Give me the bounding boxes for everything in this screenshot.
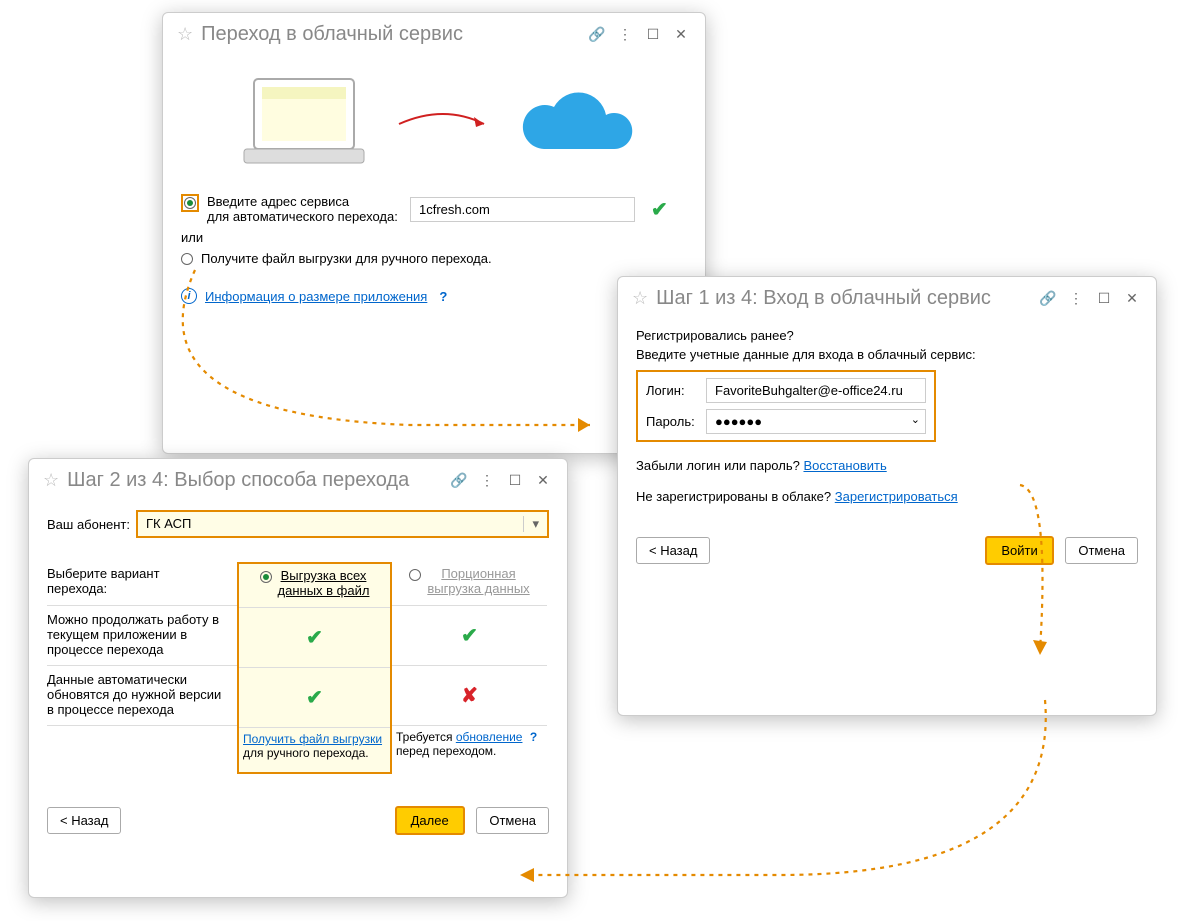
connector-2-to-3: [500, 695, 1060, 895]
enter-creds-text: Введите учетные данные для входа в облач…: [636, 347, 1138, 362]
link-icon[interactable]: 🔗: [449, 472, 469, 489]
window-title: Шаг 2 из 4: Выбор способа перехода: [67, 469, 441, 492]
row1-label: Можно продолжать работу втекущем приложе…: [47, 606, 237, 666]
not-registered-text: Не зарегистрированы в облаке?: [636, 489, 831, 504]
check-icon: ✔: [306, 685, 323, 710]
credentials-box: Логин: Пароль: ⌄: [636, 370, 936, 442]
login-input[interactable]: [706, 378, 926, 403]
update-link[interactable]: обновление: [456, 730, 523, 744]
radio-full-export[interactable]: [260, 571, 272, 583]
maximize-icon[interactable]: ☐: [1094, 290, 1114, 307]
help-icon[interactable]: ?: [439, 289, 447, 304]
option-portion-export[interactable]: Порционнаявыгрузка данных ✔ ✘ Требуется …: [392, 562, 547, 774]
window-step1-login: ☆ Шаг 1 из 4: Вход в облачный сервис 🔗 ⋮…: [617, 276, 1157, 716]
help-icon[interactable]: ?: [530, 730, 537, 744]
arrow-icon: [394, 99, 494, 149]
illustration: [181, 64, 687, 194]
radio-auto[interactable]: [184, 197, 196, 209]
star-icon[interactable]: ☆: [43, 470, 59, 491]
option-full-link[interactable]: Выгрузка всехданных в файл: [278, 568, 370, 603]
radio-manual[interactable]: [181, 253, 193, 265]
radio-auto-label: Введите адрес сервиса для автоматическог…: [207, 194, 402, 224]
radio-portion-export[interactable]: [409, 569, 421, 581]
star-icon[interactable]: ☆: [632, 288, 648, 309]
star-icon[interactable]: ☆: [177, 24, 193, 45]
or-label: или: [181, 230, 687, 245]
back-button[interactable]: < Назад: [636, 537, 710, 564]
get-export-file-link[interactable]: Получить файл выгрузки: [243, 732, 382, 746]
registered-question: Регистрировались ранее?: [636, 328, 1138, 343]
maximize-icon[interactable]: ☐: [643, 26, 663, 43]
cross-icon: ✘: [461, 683, 478, 708]
maximize-icon[interactable]: ☐: [505, 472, 525, 489]
cloud-icon: [514, 79, 634, 169]
back-button[interactable]: < Назад: [47, 807, 121, 834]
window-step2-method: ☆ Шаг 2 из 4: Выбор способа перехода 🔗 ⋮…: [28, 458, 568, 898]
cancel-button[interactable]: Отмена: [1065, 537, 1138, 564]
radio-manual-label: Получите файл выгрузки для ручного перех…: [201, 251, 492, 266]
window-title: Переход в облачный сервис: [201, 23, 579, 46]
register-link[interactable]: Зарегистрироваться: [835, 489, 958, 504]
close-icon[interactable]: ✕: [533, 472, 553, 489]
next-button[interactable]: Далее: [395, 806, 465, 835]
password-label: Пароль:: [646, 414, 700, 429]
check-icon: ✔: [651, 197, 668, 222]
abonent-select[interactable]: ГК АСП ▾: [136, 510, 549, 538]
reveal-password-icon[interactable]: ⌄: [911, 413, 920, 426]
menu-icon[interactable]: ⋮: [477, 472, 497, 489]
check-icon: ✔: [306, 625, 323, 650]
close-icon[interactable]: ✕: [671, 26, 691, 43]
menu-icon[interactable]: ⋮: [615, 26, 635, 43]
titlebar: ☆ Шаг 1 из 4: Вход в облачный сервис 🔗 ⋮…: [618, 277, 1156, 320]
check-icon: ✔: [461, 623, 478, 648]
radio-auto-highlight: [181, 194, 199, 212]
password-input[interactable]: [706, 409, 926, 434]
info-icon: i: [181, 288, 197, 304]
titlebar: ☆ Шаг 2 из 4: Выбор способа перехода 🔗 ⋮…: [29, 459, 567, 502]
titlebar: ☆ Переход в облачный сервис 🔗 ⋮ ☐ ✕: [163, 13, 705, 56]
menu-icon[interactable]: ⋮: [1066, 290, 1086, 307]
option-full-export[interactable]: Выгрузка всехданных в файл ✔ ✔ Получить …: [237, 562, 392, 774]
link-icon[interactable]: 🔗: [587, 26, 607, 43]
close-icon[interactable]: ✕: [1122, 290, 1142, 307]
laptop-icon: [234, 74, 374, 174]
option-portion-link[interactable]: Порционнаявыгрузка данных: [427, 566, 529, 601]
restore-link[interactable]: Восстановить: [803, 458, 886, 473]
choose-variant-label: Выберите вариантперехода:: [47, 562, 237, 606]
row2-label: Данные автоматическиобновятся до нужной …: [47, 666, 237, 726]
service-address-input[interactable]: [410, 197, 635, 222]
forgot-text: Забыли логин или пароль?: [636, 458, 800, 473]
link-icon[interactable]: 🔗: [1038, 290, 1058, 307]
login-button[interactable]: Войти: [985, 536, 1053, 565]
abonent-label: Ваш абонент:: [47, 517, 130, 532]
cancel-button[interactable]: Отмена: [476, 807, 549, 834]
chevron-down-icon[interactable]: ▾: [523, 516, 539, 532]
window-title: Шаг 1 из 4: Вход в облачный сервис: [656, 287, 1030, 310]
app-size-info-link[interactable]: Информация о размере приложения: [205, 289, 427, 304]
login-label: Логин:: [646, 383, 700, 398]
